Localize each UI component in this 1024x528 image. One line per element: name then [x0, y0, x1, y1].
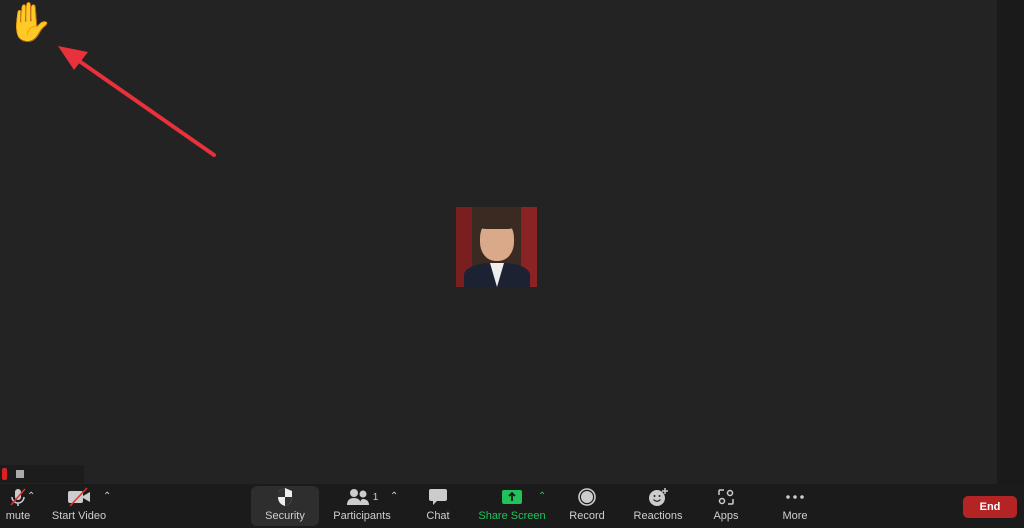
- side-strip: [997, 0, 1024, 484]
- reactions-button[interactable]: Reactions: [630, 486, 686, 526]
- muted-mic-icon: [2, 468, 7, 480]
- square-icon: [16, 470, 24, 478]
- chat-button[interactable]: Chat: [418, 486, 458, 526]
- more-label: More: [782, 510, 808, 522]
- annotation-arrow: [58, 46, 216, 157]
- start-video-button[interactable]: Start Video: [48, 486, 110, 526]
- share-options-caret[interactable]: ⌃: [538, 491, 546, 502]
- participants-count: 1: [372, 491, 379, 503]
- more-dots-icon: [785, 487, 805, 507]
- security-button[interactable]: Security: [251, 486, 319, 526]
- apps-label: Apps: [713, 510, 739, 522]
- muted-mic-icon: [8, 487, 28, 507]
- audio-options-caret[interactable]: ⌃: [27, 491, 35, 502]
- shield-icon: [276, 487, 294, 507]
- video-off-icon: [67, 487, 91, 507]
- chat-icon: [428, 487, 448, 507]
- record-label: Record: [569, 510, 605, 522]
- video-options-caret[interactable]: ⌃: [103, 491, 111, 502]
- share-screen-label: Share Screen: [478, 510, 546, 522]
- apps-icon: [717, 487, 735, 507]
- meeting-toolbar: mute ⌃ Start Video ⌃ Security 1 Particip…: [0, 484, 1024, 528]
- share-screen-icon: [501, 487, 523, 507]
- participants-caret[interactable]: ⌃: [390, 491, 398, 502]
- apps-button[interactable]: Apps: [706, 486, 746, 526]
- chat-label: Chat: [426, 510, 450, 522]
- record-icon: [577, 487, 597, 507]
- reactions-label: Reactions: [633, 510, 683, 522]
- more-button[interactable]: More: [775, 486, 815, 526]
- end-meeting-button[interactable]: End: [963, 496, 1017, 518]
- security-label: Security: [265, 510, 305, 522]
- start-video-label: Start Video: [51, 510, 107, 522]
- participants-label: Participants: [333, 510, 391, 522]
- self-name-tag: [0, 465, 84, 483]
- reactions-icon: [647, 487, 669, 507]
- participants-button[interactable]: 1 Participants: [330, 486, 394, 526]
- unmute-label: mute: [5, 510, 31, 522]
- participants-icon: 1: [346, 487, 379, 507]
- record-button[interactable]: Record: [565, 486, 609, 526]
- participant-avatar: [456, 207, 537, 287]
